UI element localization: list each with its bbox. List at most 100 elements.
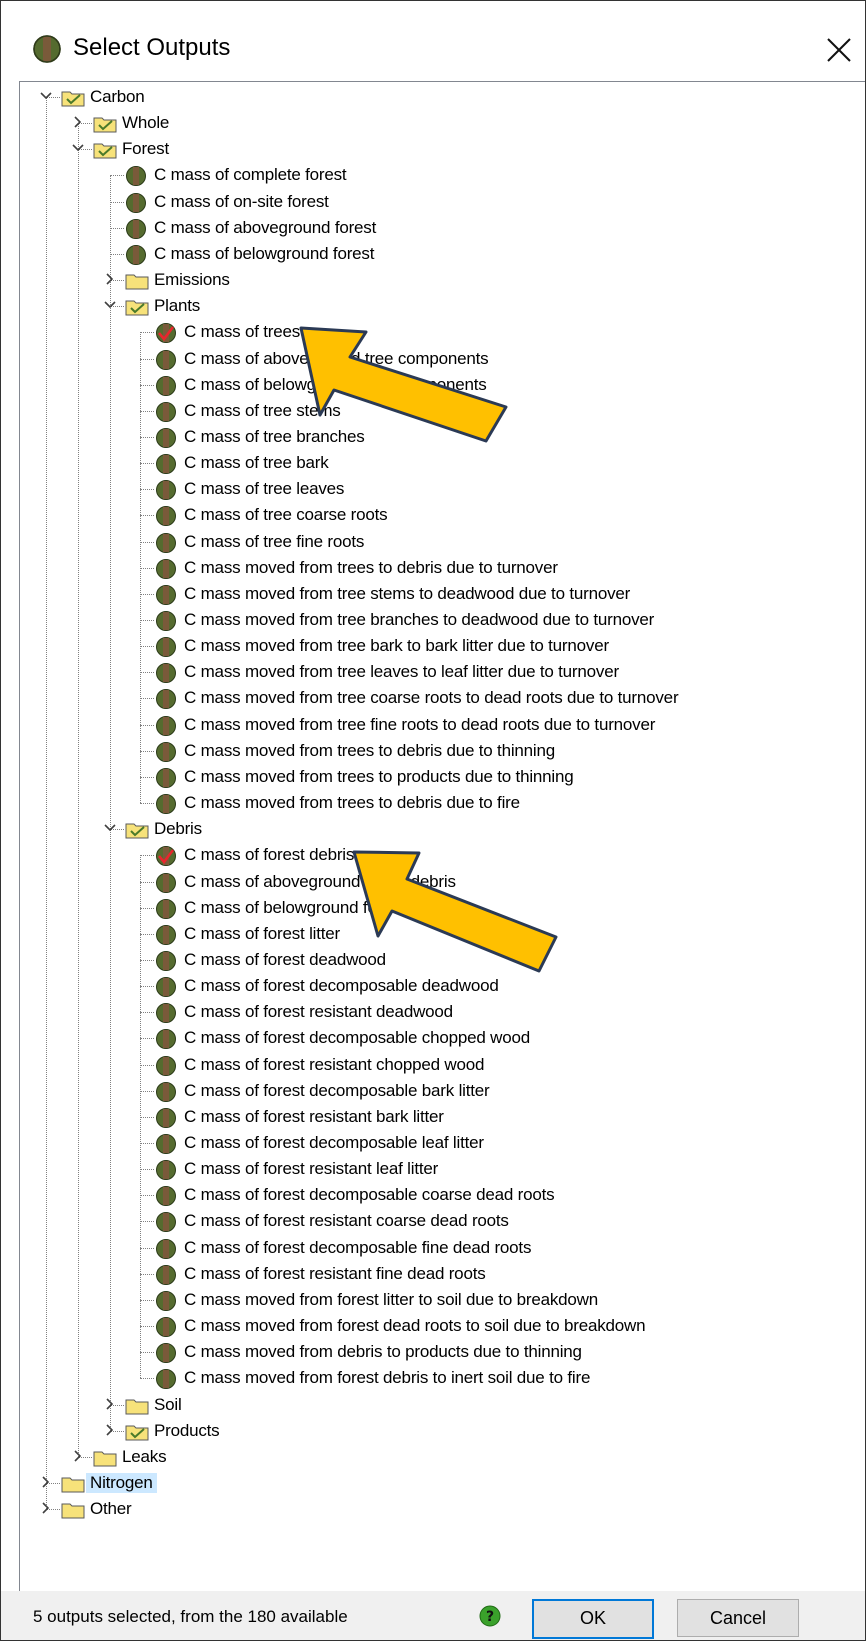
tree-output-row[interactable]: C mass moved from forest debris to inert… <box>20 1365 860 1392</box>
tree-output-row[interactable]: C mass moved from tree fine roots to dea… <box>20 712 860 739</box>
tree-output-row[interactable]: C mass of tree coarse roots <box>20 502 860 529</box>
tree-node-label[interactable]: C mass of forest litter <box>184 924 340 944</box>
tree-node-label[interactable]: Plants <box>154 296 200 316</box>
tree-node-label[interactable]: C mass moved from debris to products due… <box>184 1342 582 1362</box>
tree-node-label[interactable]: C mass of forest resistant deadwood <box>184 1002 453 1022</box>
cancel-button[interactable]: Cancel <box>677 1599 799 1637</box>
tree-node-label[interactable]: C mass of aboveground tree components <box>184 349 489 369</box>
tree-node-label[interactable]: C mass of forest decomposable chopped wo… <box>184 1028 530 1048</box>
tree-output-row[interactable]: C mass of aboveground tree components <box>20 346 860 373</box>
tree-node-label[interactable]: C mass of forest resistant bark litter <box>184 1107 444 1127</box>
tree-node-label[interactable]: C mass moved from tree leaves to leaf li… <box>184 662 619 682</box>
tree-node-label[interactable]: C mass of aboveground forest debris <box>184 872 456 892</box>
tree-node-label[interactable]: C mass of tree leaves <box>184 479 344 499</box>
tree-folder-row[interactable]: Forest <box>20 136 860 163</box>
tree-node-label[interactable]: Nitrogen <box>86 1472 157 1493</box>
tree-node-label[interactable]: C mass of forest resistant fine dead roo… <box>184 1264 486 1284</box>
tree-node-label[interactable]: C mass of forest resistant leaf litter <box>184 1159 438 1179</box>
tree-node-label[interactable]: C mass of on-site forest <box>154 192 329 212</box>
tree-output-row[interactable]: C mass of forest deadwood <box>20 947 860 974</box>
tree-output-row[interactable]: C mass of complete forest <box>20 162 860 189</box>
tree-output-row[interactable]: C mass of on-site forest <box>20 189 860 216</box>
tree-node-label[interactable]: C mass moved from tree branches to deadw… <box>184 610 654 630</box>
tree-node-label[interactable]: C mass moved from forest litter to soil … <box>184 1290 598 1310</box>
tree-folder-row[interactable]: Debris <box>20 816 860 843</box>
tree-folder-row[interactable]: Soil <box>20 1392 860 1419</box>
chevron-down-icon[interactable] <box>102 297 118 313</box>
tree-folder-row[interactable]: Nitrogen <box>20 1470 860 1497</box>
chevron-right-icon[interactable] <box>102 1422 118 1438</box>
chevron-down-icon[interactable] <box>102 820 118 836</box>
chevron-right-icon[interactable] <box>102 1396 118 1412</box>
tree-output-row[interactable]: C mass of forest resistant fine dead roo… <box>20 1261 860 1288</box>
tree-output-row[interactable]: C mass of tree bark <box>20 450 860 477</box>
tree-output-row[interactable]: C mass of aboveground forest <box>20 215 860 242</box>
tree-node-label[interactable]: C mass moved from trees to debris due to… <box>184 558 558 578</box>
tree-output-row[interactable]: C mass of belowground tree components <box>20 372 860 399</box>
tree-node-label[interactable]: C mass moved from trees to debris due to… <box>184 741 555 761</box>
tree-output-row[interactable]: C mass of forest resistant coarse dead r… <box>20 1208 860 1235</box>
tree-node-label[interactable]: C mass of forest deadwood <box>184 950 386 970</box>
tree-node-label[interactable]: C mass moved from forest debris to inert… <box>184 1368 590 1388</box>
tree-node-label[interactable]: C mass of tree stems <box>184 401 341 421</box>
tree-node-label[interactable]: C mass moved from forest dead roots to s… <box>184 1316 646 1336</box>
tree-node-label[interactable]: C mass of forest decomposable coarse dea… <box>184 1185 555 1205</box>
tree-folder-row[interactable]: Carbon <box>20 84 860 111</box>
tree-output-row[interactable]: C mass of forest resistant chopped wood <box>20 1052 860 1079</box>
tree-output-row[interactable]: C mass of forest decomposable chopped wo… <box>20 1025 860 1052</box>
chevron-down-icon[interactable] <box>38 88 54 104</box>
tree-node-label[interactable]: Whole <box>122 113 169 133</box>
tree-folder-row[interactable]: Plants <box>20 293 860 320</box>
close-icon[interactable] <box>824 35 854 65</box>
tree-node-label[interactable]: Carbon <box>90 87 145 107</box>
tree-output-row[interactable]: C mass moved from forest litter to soil … <box>20 1287 860 1314</box>
tree-output-row[interactable]: C mass moved from trees to debris due to… <box>20 790 860 817</box>
tree-node-label[interactable]: Debris <box>154 819 202 839</box>
tree-output-row[interactable]: C mass of forest resistant deadwood <box>20 999 860 1026</box>
tree-output-row[interactable]: C mass of tree branches <box>20 424 860 451</box>
tree-folder-row[interactable]: Other <box>20 1496 860 1523</box>
chevron-right-icon[interactable] <box>102 271 118 287</box>
tree-node-label[interactable]: C mass moved from tree bark to bark litt… <box>184 636 609 656</box>
tree-output-row[interactable]: C mass moved from tree stems to deadwood… <box>20 581 860 608</box>
tree-output-row[interactable]: C mass of belowground forest debris <box>20 895 860 922</box>
tree-output-row[interactable]: C mass of forest resistant bark litter <box>20 1104 860 1131</box>
chevron-down-icon[interactable] <box>70 140 86 156</box>
tree-output-row[interactable]: C mass moved from tree leaves to leaf li… <box>20 659 860 686</box>
tree-node-label[interactable]: C mass of forest debris <box>184 845 354 865</box>
tree-folder-row[interactable]: Emissions <box>20 267 860 294</box>
tree-node-label[interactable]: C mass of belowground forest debris <box>184 898 454 918</box>
tree-output-row[interactable]: C mass moved from tree coarse roots to d… <box>20 685 860 712</box>
tree-output-row[interactable]: C mass moved from tree branches to deadw… <box>20 607 860 634</box>
tree-output-row[interactable]: C mass moved from tree bark to bark litt… <box>20 633 860 660</box>
tree-node-label[interactable]: Leaks <box>122 1447 167 1467</box>
tree-output-row[interactable]: C mass of forest litter <box>20 921 860 948</box>
tree-output-row[interactable]: C mass of aboveground forest debris <box>20 869 860 896</box>
tree-node-label[interactable]: C mass of forest resistant coarse dead r… <box>184 1211 509 1231</box>
tree-node-label[interactable]: C mass of tree bark <box>184 453 329 473</box>
tree-node-label[interactable]: C mass moved from trees to products due … <box>184 767 574 787</box>
tree-node-label[interactable]: Soil <box>154 1395 182 1415</box>
tree-output-row[interactable]: C mass moved from trees to debris due to… <box>20 738 860 765</box>
tree-node-label[interactable]: C mass of belowground tree components <box>184 375 487 395</box>
tree-node-label[interactable]: C mass of complete forest <box>154 165 347 185</box>
tree-node-label[interactable]: C mass of forest resistant chopped wood <box>184 1055 484 1075</box>
tree-output-row[interactable]: C mass of forest decomposable leaf litte… <box>20 1130 860 1157</box>
tree-node-label[interactable]: Emissions <box>154 270 230 290</box>
tree-node-label[interactable]: C mass moved from tree coarse roots to d… <box>184 688 679 708</box>
chevron-right-icon[interactable] <box>70 114 86 130</box>
tree-output-row[interactable]: C mass of forest decomposable deadwood <box>20 973 860 1000</box>
tree-output-row[interactable]: C mass moved from debris to products due… <box>20 1339 860 1366</box>
tree-node-label[interactable]: C mass of forest decomposable bark litte… <box>184 1081 490 1101</box>
tree-node-label[interactable]: C mass of aboveground forest <box>154 218 376 238</box>
chevron-right-icon[interactable] <box>38 1474 54 1490</box>
tree-output-row[interactable]: C mass of forest resistant leaf litter <box>20 1156 860 1183</box>
tree-output-row[interactable]: C mass moved from forest dead roots to s… <box>20 1313 860 1340</box>
tree-output-row[interactable]: C mass of belowground forest <box>20 241 860 268</box>
tree-node-label[interactable]: Other <box>90 1499 132 1519</box>
tree-node-label[interactable]: C mass moved from tree stems to deadwood… <box>184 584 630 604</box>
tree-output-row[interactable]: C mass of tree stems <box>20 398 860 425</box>
help-icon[interactable]: ? <box>479 1605 501 1627</box>
tree-node-label[interactable]: C mass of tree fine roots <box>184 532 364 552</box>
tree-output-row[interactable]: C mass of tree leaves <box>20 476 860 503</box>
